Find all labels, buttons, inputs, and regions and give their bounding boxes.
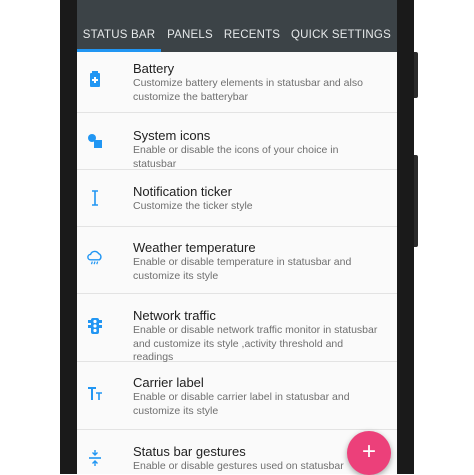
shapes-icon	[87, 133, 103, 149]
list-item-battery[interactable]: Battery Customize battery elements in st…	[77, 52, 397, 113]
item-subtitle: Enable or disable the icons of your choi…	[133, 144, 339, 170]
list-item-network-traffic[interactable]: Network traffic Enable or disable networ…	[77, 294, 397, 363]
text-format-icon	[87, 386, 103, 402]
app-screen: STATUS BAR PANELS RECENTS QUICK SETTINGS…	[77, 0, 397, 474]
power-button	[414, 155, 418, 247]
item-subtitle: Customize the ticker style	[133, 200, 253, 212]
text-cursor-icon	[87, 190, 103, 206]
list-item-carrier-label[interactable]: Carrier label Enable or disable carrier …	[77, 362, 397, 430]
tab-panels[interactable]: PANELS	[161, 18, 219, 52]
tab-status-bar[interactable]: STATUS BAR	[77, 18, 161, 52]
item-title: System icons	[133, 128, 211, 143]
item-title: Status bar gestures	[133, 444, 246, 459]
traffic-light-icon	[87, 318, 103, 334]
item-title: Battery	[133, 61, 175, 76]
item-title: Network traffic	[133, 308, 216, 323]
item-subtitle: Enable or disable carrier label in statu…	[133, 391, 350, 417]
list-item-weather-temperature[interactable]: Weather temperature Enable or disable te…	[77, 227, 397, 294]
battery-icon	[87, 71, 103, 87]
settings-list: Battery Customize battery elements in st…	[77, 52, 397, 474]
gesture-icon	[87, 450, 103, 466]
tab-quick-settings[interactable]: QUICK SETTINGS	[285, 18, 397, 52]
list-item-notification-ticker[interactable]: Notification ticker Customize the ticker…	[77, 170, 397, 227]
tab-recents[interactable]: RECENTS	[219, 18, 285, 52]
item-title: Notification ticker	[133, 184, 232, 199]
tab-bar: STATUS BAR PANELS RECENTS QUICK SETTINGS	[77, 18, 397, 52]
add-fab-button[interactable]: +	[347, 431, 391, 475]
item-subtitle: Enable or disable network traffic monito…	[133, 324, 378, 363]
volume-button	[414, 52, 418, 98]
weather-cloud-icon	[87, 250, 103, 266]
item-subtitle: Enable or disable gestures used on statu…	[133, 460, 344, 472]
list-item-system-icons[interactable]: System icons Enable or disable the icons…	[77, 113, 397, 170]
add-icon: +	[361, 438, 376, 465]
item-title: Carrier label	[133, 375, 204, 390]
item-title: Weather temperature	[133, 240, 256, 255]
item-subtitle: Customize battery elements in statusbar …	[133, 77, 363, 103]
item-subtitle: Enable or disable temperature in statusb…	[133, 256, 352, 282]
toolbar	[77, 0, 397, 18]
